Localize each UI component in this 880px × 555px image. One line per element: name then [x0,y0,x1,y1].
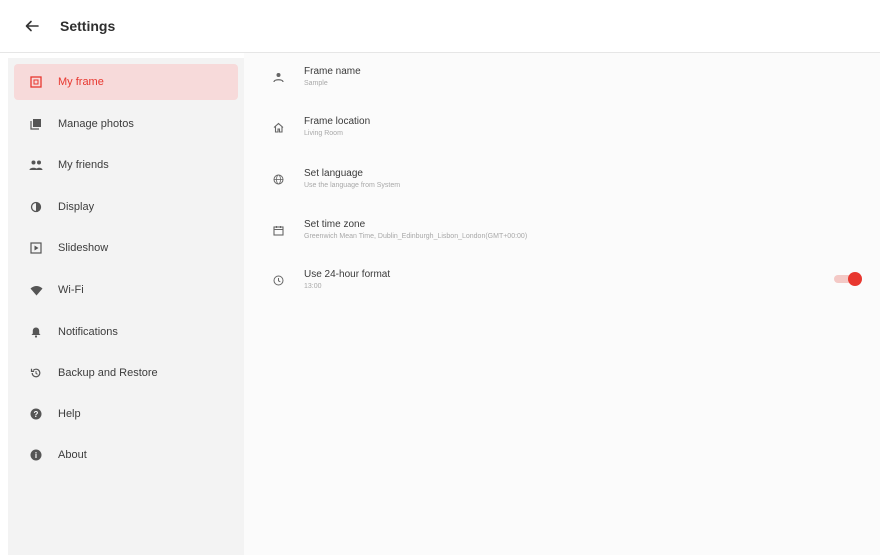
slideshow-icon [28,240,44,256]
brightness-icon [28,199,44,215]
sidebar-item-label: About [58,449,87,461]
setting-label: Use 24-hour format [304,269,391,280]
setting-value: Greenwich Mean Time, Dublin_Edinburgh_Li… [304,233,528,240]
backup-icon [28,365,44,381]
setting-label: Frame name [304,66,361,77]
setting-time-format[interactable]: Use 24-hour format 13:00 [260,258,870,302]
bell-icon [28,324,44,340]
setting-value: Sample [304,80,328,87]
sidebar: My frame Manage photos My friends Displa… [8,58,244,555]
sidebar-item-label: My frame [58,76,104,88]
top-bar: Settings [0,0,880,53]
svg-text:?: ? [34,410,39,419]
sidebar-item-my-friends[interactable]: My friends [14,147,238,183]
sidebar-item-label: Wi-Fi [58,284,84,296]
person-icon [270,69,286,85]
sidebar-item-label: Manage photos [58,118,134,130]
setting-label: Set time zone [304,219,366,230]
setting-value: 13:00 [304,283,322,290]
back-button[interactable] [12,6,52,46]
setting-language[interactable]: Set language Use the language from Syste… [260,157,870,201]
friends-icon [28,157,44,173]
setting-value: Living Room [304,130,343,137]
photos-icon [28,116,44,132]
setting-frame-name[interactable]: Frame name Sample [260,55,870,99]
home-icon [270,119,286,135]
frame-icon [28,74,44,90]
sidebar-item-label: Display [58,201,95,213]
24-hour-format-toggle[interactable] [832,272,862,286]
sidebar-item-manage-photos[interactable]: Manage photos [14,106,238,142]
sidebar-item-label: Slideshow [58,242,109,254]
globe-icon [270,171,286,187]
settings-panel: Frame name Sample Frame location Living … [244,53,880,555]
setting-time-zone[interactable]: Set time zone Greenwich Mean Time, Dubli… [260,208,870,252]
clock-icon [270,272,286,288]
sidebar-item-label: Help [58,408,81,420]
toggle-knob [848,272,862,286]
wifi-icon [28,282,44,298]
sidebar-item-slideshow[interactable]: Slideshow [14,230,238,266]
sidebar-item-about[interactable]: i About [14,437,238,473]
sidebar-item-label: Backup and Restore [58,367,158,379]
sidebar-item-help[interactable]: ? Help [14,396,238,432]
setting-label: Set language [304,168,363,179]
arrow-back-icon [25,20,39,32]
sidebar-item-my-frame[interactable]: My frame [14,64,238,100]
help-icon: ? [28,406,44,422]
setting-label: Frame location [304,116,371,127]
sidebar-item-label: Notifications [58,326,118,338]
calendar-icon [270,222,286,238]
page-title: Settings [60,18,116,34]
sidebar-item-backup-and-restore[interactable]: Backup and Restore [14,355,238,391]
setting-value: Use the language from System [304,182,401,189]
sidebar-item-notifications[interactable]: Notifications [14,314,238,350]
svg-text:i: i [35,451,37,460]
sidebar-item-wifi[interactable]: Wi-Fi [14,272,238,308]
info-icon: i [28,447,44,463]
sidebar-item-display[interactable]: Display [14,189,238,225]
setting-frame-location[interactable]: Frame location Living Room [260,105,870,149]
sidebar-item-label: My friends [58,159,109,171]
